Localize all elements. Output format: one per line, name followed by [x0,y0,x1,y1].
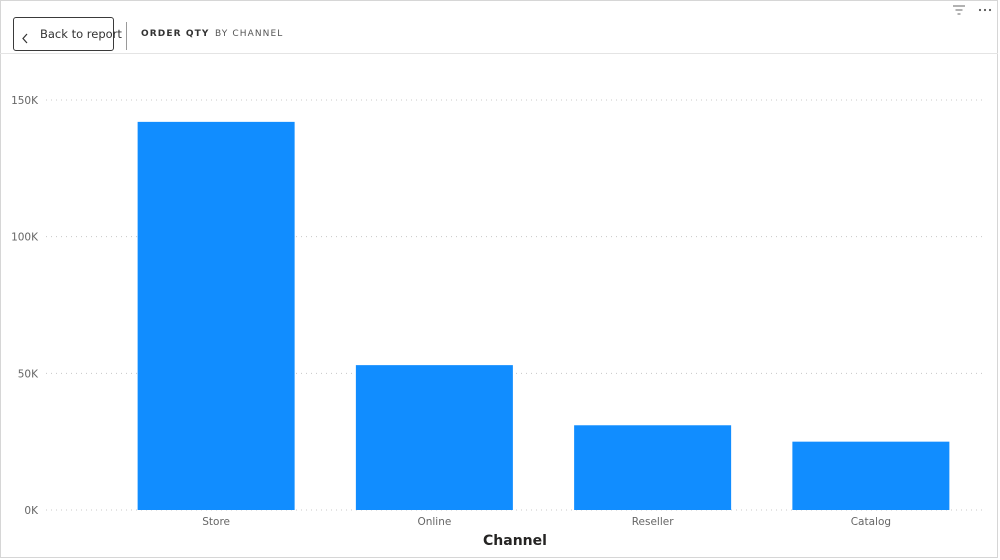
y-tick-label: 0K [24,505,39,517]
x-axis-title: Channel [483,533,547,549]
bar-reseller[interactable] [574,425,732,510]
y-tick-label: 150K [11,95,39,107]
y-tick-label: 100K [11,232,39,244]
x-tick-label: Online [417,516,451,528]
x-tick-label: Store [202,516,230,528]
x-tick-label: Reseller [632,516,675,528]
bar-catalog[interactable] [792,441,950,510]
bar-store[interactable] [137,121,295,510]
bar-chart: 0K 50K 100K 150K Store Online Reseller Catalog C… [11,95,984,549]
x-tick-label: Catalog [851,516,891,528]
y-tick-label: 50K [18,368,39,380]
bar-online[interactable] [355,365,513,510]
